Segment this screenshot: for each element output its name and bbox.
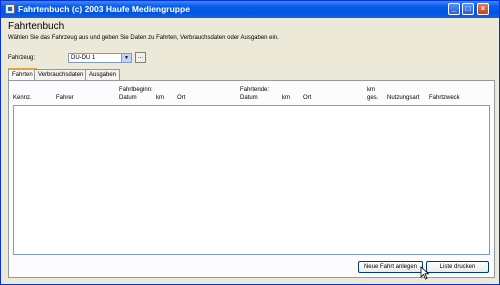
new-trip-button[interactable]: Neue Fahrt anlegen xyxy=(358,261,423,273)
fahrzeug-value: DU-DU 1 xyxy=(71,55,96,61)
header-km-beginn[interactable]: km xyxy=(156,95,164,101)
page-title: Fahrtenbuch xyxy=(8,21,65,32)
header-km-ges[interactable]: ges. xyxy=(367,95,378,101)
close-button[interactable]: × xyxy=(477,3,489,15)
tab-ausgaben[interactable]: Ausgaben xyxy=(85,69,121,80)
app-icon[interactable] xyxy=(5,4,15,14)
header-nutzungsart[interactable]: Nutzungsart xyxy=(387,95,419,101)
header-group-fahrtbeginn: Fahrtbeginn: xyxy=(119,87,153,93)
header-datum-beginn[interactable]: Datum xyxy=(119,95,137,101)
print-list-button[interactable]: Liste drucken xyxy=(426,261,489,273)
header-km-top: km xyxy=(367,87,375,93)
fahrten-list[interactable] xyxy=(13,105,490,255)
instruction-text: Wählen Sie das Fahrzeug aus und geben Si… xyxy=(8,35,279,41)
header-fahrer[interactable]: Fahrer xyxy=(56,95,74,101)
tab-verbrauchsdaten[interactable]: Verbrauchsdaten xyxy=(34,69,88,80)
header-group-fahrtende: Fahrtende: xyxy=(240,87,270,93)
header-km-ende[interactable]: km xyxy=(282,95,290,101)
header-kennz[interactable]: Kennz. xyxy=(13,95,32,101)
header-fahrtzweck[interactable]: Fahrtzweck xyxy=(429,95,460,101)
header-ort-beginn[interactable]: Ort xyxy=(177,95,185,101)
fahrzeug-browse-button[interactable]: ... xyxy=(135,52,146,63)
mouse-pointer-icon xyxy=(420,266,430,280)
chevron-down-icon[interactable]: ▼ xyxy=(121,54,131,62)
header-ort-ende[interactable]: Ort xyxy=(303,95,311,101)
minimize-button[interactable]: _ xyxy=(448,3,460,15)
title-bar[interactable]: Fahrtenbuch (c) 2003 Haufe Mediengruppe … xyxy=(1,1,499,18)
fahrzeug-select[interactable]: DU-DU 1 ▼ xyxy=(68,53,132,63)
tab-fahrten[interactable]: Fahrten xyxy=(8,68,37,80)
app-window: Fahrtenbuch (c) 2003 Haufe Mediengruppe … xyxy=(0,0,500,285)
fahrten-panel: Fahrtbeginn: Fahrtende: km Kennz. Fahrer… xyxy=(8,80,495,278)
maximize-button[interactable]: □ xyxy=(462,3,474,15)
fahrzeug-label: Fahrzeug: xyxy=(8,55,36,61)
window-title: Fahrtenbuch (c) 2003 Haufe Mediengruppe xyxy=(18,4,190,14)
header-datum-ende[interactable]: Datum xyxy=(240,95,258,101)
